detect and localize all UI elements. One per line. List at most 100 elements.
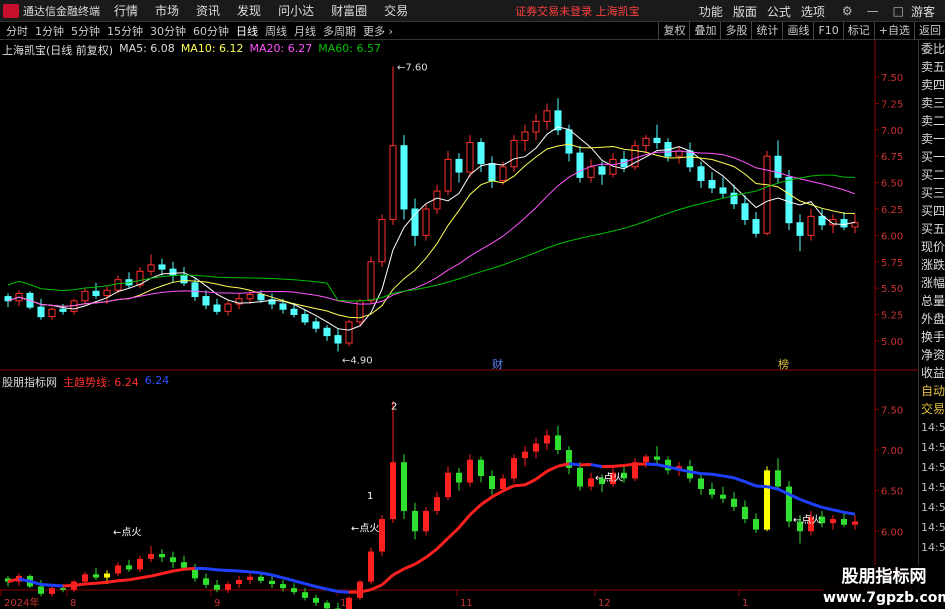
- period-1min[interactable]: 1分钟: [35, 23, 64, 39]
- side-panel-item[interactable]: 现价: [919, 238, 945, 256]
- sub-candle-body: [774, 470, 782, 487]
- sub-candle-body: [521, 451, 529, 459]
- period-weekly[interactable]: 周线: [265, 23, 287, 39]
- side-panel-item[interactable]: 卖五: [919, 58, 945, 76]
- candle-body: [114, 279, 122, 291]
- sub-candle-body: [389, 462, 397, 520]
- side-panel-item[interactable]: 总量: [919, 292, 945, 310]
- period-monthly[interactable]: 月线: [294, 23, 316, 39]
- kline-chart[interactable]: 5.00 5.25 5.50 5.75 6.00 6.25 6.50 6.75 7.00 7.25…: [0, 40, 918, 609]
- side-panel-item[interactable]: 买一: [919, 148, 945, 166]
- tool-multi-stock[interactable]: 多股: [720, 22, 751, 40]
- ma60-line: [7, 174, 856, 302]
- tool-draw[interactable]: 画线: [782, 22, 813, 40]
- tool-back[interactable]: 返回: [914, 22, 945, 40]
- menu-functions[interactable]: 功能: [699, 3, 723, 20]
- candle-body: [59, 308, 67, 312]
- tool-adjust[interactable]: 复权: [658, 22, 689, 40]
- side-panel-item[interactable]: 外盘: [919, 310, 945, 328]
- sub-candle-body: [554, 435, 562, 450]
- period-15min[interactable]: 15分钟: [107, 23, 143, 39]
- side-panel-item[interactable]: 卖二: [919, 112, 945, 130]
- side-panel-item[interactable]: 交易: [919, 400, 945, 418]
- period-60min[interactable]: 60分钟: [193, 23, 229, 39]
- period-intraday[interactable]: 分时: [6, 23, 28, 39]
- period-5min[interactable]: 5分钟: [71, 23, 100, 39]
- y-tick-label: 6.50: [881, 179, 903, 190]
- menu-ask[interactable]: 问小达: [278, 2, 314, 19]
- menu-quotes[interactable]: 行情: [114, 2, 138, 19]
- side-panel-item[interactable]: 买五: [919, 220, 945, 238]
- stock-title: 上海凯宝(日线 前复权): [2, 44, 114, 57]
- candle-body: [334, 335, 342, 344]
- side-panel-item[interactable]: 买二: [919, 166, 945, 184]
- side-panel-item[interactable]: 收益: [919, 364, 945, 382]
- login-notice[interactable]: 证券交易未登录 上海凯宝: [515, 3, 640, 19]
- side-panel-item[interactable]: 委比: [919, 40, 945, 58]
- side-panel-item[interactable]: 卖三: [919, 94, 945, 112]
- menu-layout[interactable]: 版面: [733, 3, 757, 20]
- sub-candle-body: [147, 554, 155, 559]
- trend-line-segment: [535, 470, 548, 481]
- maximize-icon[interactable]: □: [893, 4, 904, 18]
- side-panel-item[interactable]: 买三: [919, 184, 945, 202]
- candle-body: [477, 142, 485, 165]
- tool-mark[interactable]: 标记: [842, 22, 874, 40]
- sub-candle-body: [180, 562, 188, 568]
- tool-stats[interactable]: 统计: [751, 22, 782, 40]
- trend-line-segment: [799, 497, 812, 505]
- candle-body: [279, 303, 287, 310]
- side-panel-item[interactable]: 涨跌: [919, 256, 945, 274]
- side-panel-item[interactable]: 买四: [919, 202, 945, 220]
- sub-candle-body: [719, 494, 727, 499]
- trend-line-segment: [491, 489, 504, 499]
- sub-candle-body: [279, 584, 287, 589]
- side-panel-item[interactable]: 卖四: [919, 76, 945, 94]
- side-panel-item[interactable]: 净资: [919, 346, 945, 364]
- guest-user[interactable]: 游客: [911, 3, 935, 20]
- candle-body: [180, 274, 188, 284]
- side-panel-item[interactable]: 自动: [919, 382, 945, 400]
- trend-line-segment: [700, 472, 713, 476]
- quote-side-panel: 委比 卖五 卖四 卖三 卖二 卖一 买一 买二 买三 买四 买五 现价 涨跌 涨幅 总量 外盘 换手 净资 收益 自动…: [918, 40, 945, 609]
- candle-body: [807, 215, 815, 236]
- tool-add-watchlist[interactable]: +自选: [873, 22, 914, 40]
- menu-options[interactable]: 选项: [801, 3, 825, 20]
- tool-overlay[interactable]: 叠加: [689, 22, 720, 40]
- trend-line-segment: [446, 526, 461, 540]
- menu-trade[interactable]: 交易: [384, 2, 408, 19]
- side-panel-time: 14:56: [921, 541, 945, 554]
- period-30min[interactable]: 30分钟: [150, 23, 186, 39]
- trend-line-segment: [843, 510, 856, 516]
- candle-body: [576, 152, 584, 178]
- minimize-icon[interactable]: —: [867, 4, 879, 18]
- trend-line-segment: [150, 572, 163, 578]
- period-daily[interactable]: 日线: [236, 23, 258, 39]
- candle-body: [444, 158, 452, 192]
- candle-body: [521, 131, 529, 141]
- settings-icon[interactable]: ⚙: [842, 4, 853, 18]
- side-panel-time: 14:56: [921, 481, 945, 494]
- menu-market[interactable]: 市场: [155, 2, 179, 19]
- sub-candle-body: [532, 443, 540, 452]
- menu-news[interactable]: 资讯: [196, 2, 220, 19]
- candle-body: [774, 155, 782, 178]
- period-more[interactable]: 更多 ›: [363, 23, 393, 39]
- side-panel-item[interactable]: 涨幅: [919, 274, 945, 292]
- trend-line-segment: [546, 464, 559, 473]
- period-multi[interactable]: 多周期: [323, 23, 356, 39]
- candle-body: [686, 150, 694, 168]
- menu-discover[interactable]: 发现: [237, 2, 261, 19]
- watermark: 股朋指标网 www.7gpzb.com: [823, 565, 945, 609]
- sub-candle-body: [345, 597, 353, 609]
- side-panel-item[interactable]: 卖一: [919, 130, 945, 148]
- candle-body: [840, 219, 848, 228]
- sub-candle-body: [433, 497, 441, 511]
- sub-candle-body: [378, 519, 386, 552]
- sub-chart-header: 股朋指标网 主趋势线: 6.24 6.24: [2, 374, 169, 390]
- menu-formula[interactable]: 公式: [767, 3, 791, 20]
- side-panel-item[interactable]: 换手: [919, 328, 945, 346]
- sub-candle-body: [136, 558, 144, 570]
- tool-f10[interactable]: F10: [813, 22, 842, 40]
- menu-wealth[interactable]: 财富圈: [331, 2, 367, 19]
